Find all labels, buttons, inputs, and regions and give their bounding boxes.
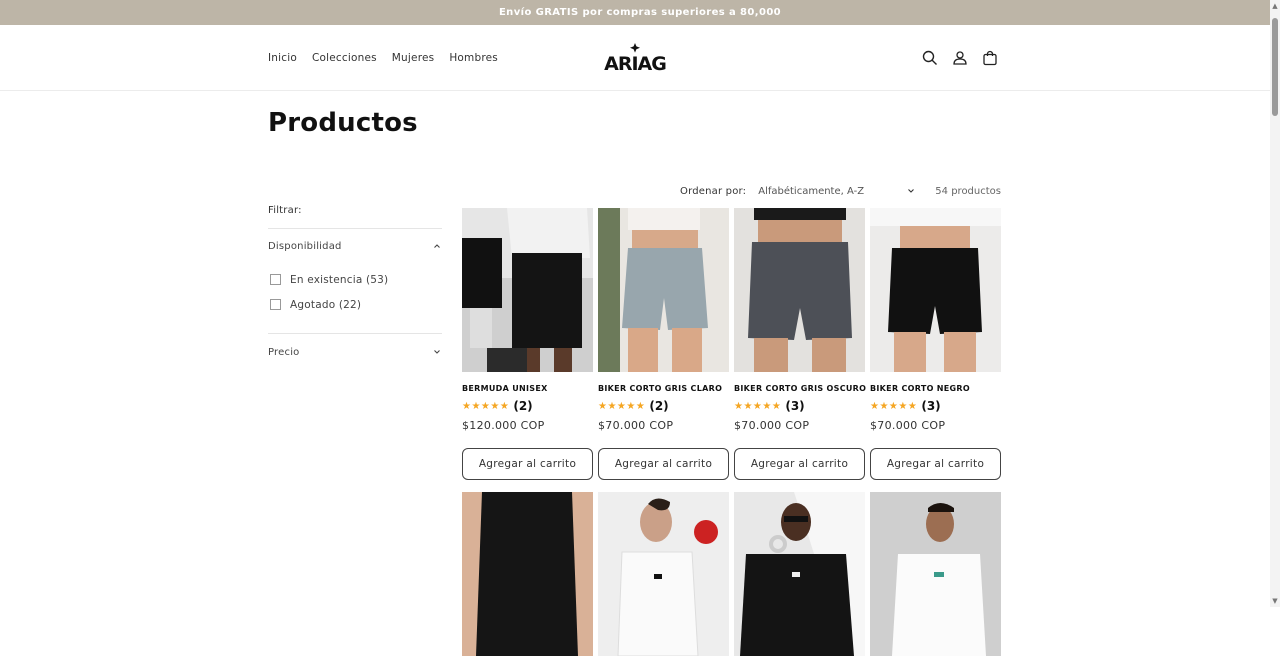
product-card	[870, 492, 1001, 656]
account-icon[interactable]	[951, 49, 969, 67]
nav-inicio[interactable]: Inicio	[268, 52, 297, 64]
filter-title: Filtrar:	[268, 205, 442, 229]
product-name[interactable]: BIKER CORTO NEGRO	[870, 384, 1001, 393]
page-scrollbar[interactable]: ▲ ▼	[1270, 0, 1280, 607]
product-image[interactable]	[598, 492, 729, 656]
star-rating-icon: ★★★★★	[734, 400, 782, 412]
product-card	[734, 492, 865, 656]
announcement-bar: Envío GRATIS por compras superiores a 80…	[0, 0, 1280, 25]
search-icon[interactable]	[921, 49, 939, 67]
facet-price-label: Precio	[268, 346, 300, 358]
review-count: (3)	[785, 399, 805, 413]
star-rating-icon: ★★★★★	[870, 400, 918, 412]
sort-select[interactable]: Alfabéticamente, A-Z	[758, 186, 864, 197]
facet-availability-options: En existencia (53) Agotado (22)	[268, 263, 442, 333]
product-price: $70.000 COP	[734, 419, 810, 432]
product-card: BIKER CORTO GRIS OSCURO ★★★★★ (3) $70.00…	[734, 208, 866, 480]
review-count: (3)	[921, 399, 941, 413]
product-image[interactable]	[870, 492, 1001, 656]
option-sold-out[interactable]: Agotado (22)	[270, 292, 442, 317]
scroll-down-icon[interactable]: ▼	[1271, 597, 1279, 605]
star-rating-icon: ★★★★★	[462, 400, 510, 412]
chevron-up-icon	[434, 244, 440, 248]
product-image[interactable]	[734, 208, 865, 372]
option-sold-out-label: Agotado (22)	[290, 298, 362, 311]
product-price: $70.000 COP	[598, 419, 674, 432]
star-rating-icon: ★★★★★	[598, 400, 646, 412]
facet-availability-toggle[interactable]: Disponibilidad	[268, 229, 442, 263]
product-name[interactable]: BIKER CORTO GRIS CLARO	[598, 384, 729, 393]
add-to-cart-button[interactable]: Agregar al carrito	[598, 448, 729, 480]
chevron-down-icon[interactable]	[906, 186, 916, 196]
product-rating: ★★★★★ (2)	[598, 399, 729, 413]
review-count: (2)	[513, 399, 533, 413]
filter-sidebar: Filtrar: Disponibilidad En existencia (5…	[268, 205, 442, 370]
nav-colecciones[interactable]: Colecciones	[312, 52, 377, 64]
add-to-cart-button[interactable]: Agregar al carrito	[462, 448, 593, 480]
product-card	[598, 492, 729, 656]
facet-availability-label: Disponibilidad	[268, 240, 342, 252]
cart-icon[interactable]	[981, 49, 999, 67]
product-card	[462, 492, 593, 656]
add-to-cart-button[interactable]: Agregar al carrito	[870, 448, 1001, 480]
svg-text:ARIAG: ARIAG	[604, 53, 666, 75]
product-image[interactable]	[870, 208, 1001, 372]
product-card: BIKER CORTO NEGRO ★★★★★ (3) $70.000 COP …	[870, 208, 1001, 480]
product-image[interactable]	[734, 492, 865, 656]
main-nav: Inicio Colecciones Mujeres Hombres	[268, 25, 498, 91]
product-image[interactable]	[598, 208, 729, 372]
page-title: Productos	[268, 108, 418, 138]
scrollbar-thumb[interactable]	[1272, 18, 1278, 116]
announcement-text: Envío GRATIS por compras superiores a 80…	[498, 7, 782, 18]
nav-mujeres[interactable]: Mujeres	[392, 52, 435, 64]
product-card: BIKER CORTO GRIS CLARO ★★★★★ (2) $70.000…	[598, 208, 729, 480]
facet-price: Precio	[268, 334, 442, 370]
facet-availability: Disponibilidad En existencia (53) Agotad…	[268, 229, 442, 334]
brand-logo[interactable]: ARIAG	[602, 43, 668, 75]
product-rating: ★★★★★ (3)	[870, 399, 1001, 413]
checkbox-sold-out[interactable]	[270, 299, 281, 310]
product-name[interactable]: BIKER CORTO GRIS OSCURO	[734, 384, 866, 393]
option-in-stock[interactable]: En existencia (53)	[270, 267, 442, 292]
option-in-stock-label: En existencia (53)	[290, 273, 389, 286]
add-to-cart-button[interactable]: Agregar al carrito	[734, 448, 865, 480]
header-icons	[921, 25, 999, 91]
review-count: (2)	[649, 399, 669, 413]
product-image[interactable]	[462, 492, 593, 656]
product-image[interactable]	[462, 208, 593, 372]
product-price: $120.000 COP	[462, 419, 545, 432]
product-count: 54 productos	[935, 185, 1001, 197]
product-card: BERMUDA UNISEX ★★★★★ (2) $120.000 COP Ag…	[462, 208, 593, 480]
chevron-down-icon	[434, 350, 440, 354]
checkbox-in-stock[interactable]	[270, 274, 281, 285]
scroll-up-icon[interactable]: ▲	[1271, 2, 1279, 10]
sort-bar: Ordenar por: Alfabéticamente, A-Z 54 pro…	[680, 183, 1001, 199]
product-rating: ★★★★★ (3)	[734, 399, 865, 413]
product-price: $70.000 COP	[870, 419, 946, 432]
site-header: Inicio Colecciones Mujeres Hombres ARIAG	[0, 25, 1280, 91]
sort-label: Ordenar por:	[680, 185, 747, 197]
product-rating: ★★★★★ (2)	[462, 399, 593, 413]
nav-hombres[interactable]: Hombres	[449, 52, 498, 64]
product-name[interactable]: BERMUDA UNISEX	[462, 384, 593, 393]
facet-price-toggle[interactable]: Precio	[268, 334, 442, 370]
